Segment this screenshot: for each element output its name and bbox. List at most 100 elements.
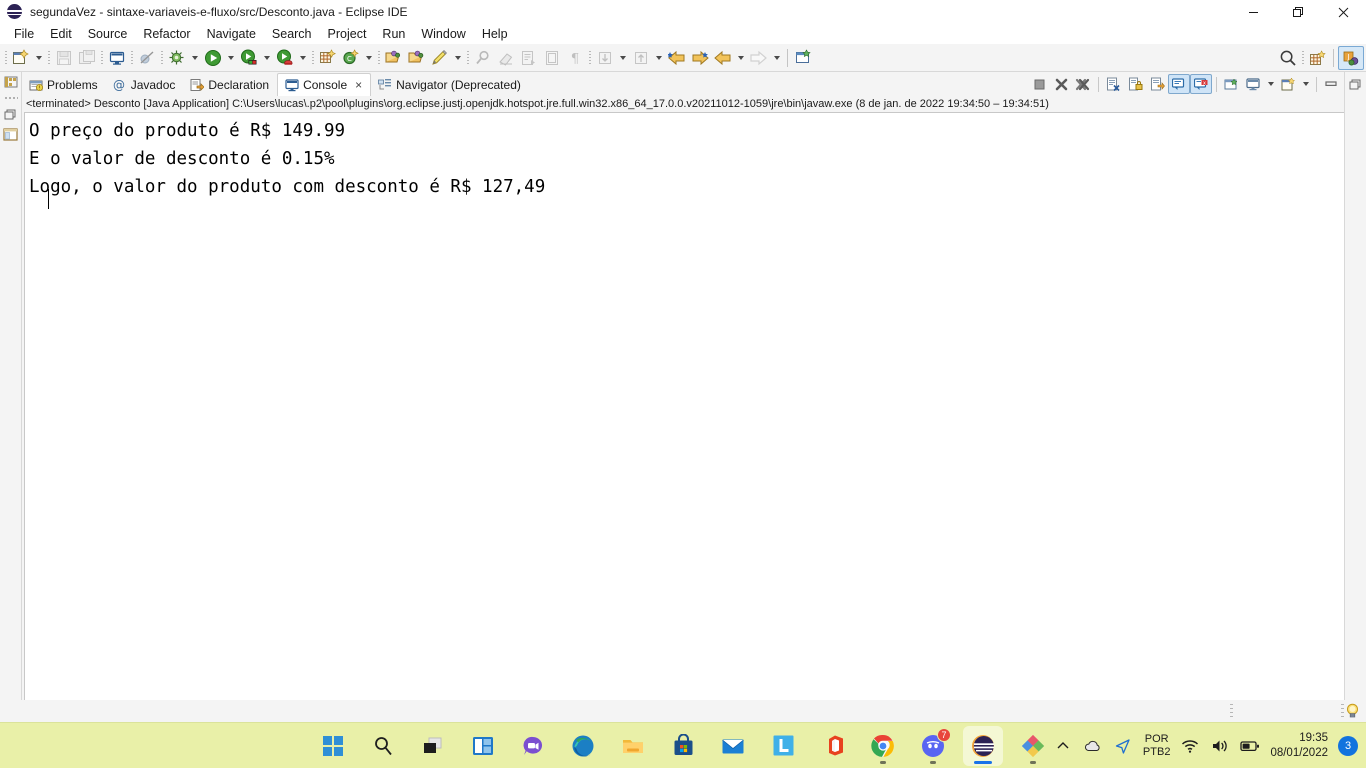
start-button-icon[interactable] <box>313 726 353 766</box>
show-console-on-output-icon[interactable] <box>1168 74 1190 94</box>
microsoft-edge-icon[interactable] <box>563 726 603 766</box>
new-java-project-icon[interactable] <box>316 46 339 70</box>
console-output-area[interactable]: O preço do produto é R$ 149.99 E o valor… <box>24 112 1364 706</box>
search-icon[interactable] <box>1276 46 1299 70</box>
menu-project[interactable]: Project <box>320 25 375 43</box>
new-java-class-icon[interactable]: C <box>339 46 362 70</box>
google-chrome-icon[interactable] <box>863 726 903 766</box>
previous-edit-icon[interactable] <box>629 46 652 70</box>
file-explorer-icon[interactable] <box>613 726 653 766</box>
previous-arrow-icon[interactable] <box>711 46 734 70</box>
new-java-class-dropdown-icon[interactable] <box>362 46 375 70</box>
location-icon[interactable] <box>1113 736 1133 756</box>
java-perspective-icon[interactable]: J <box>1338 46 1364 70</box>
app-colors-icon[interactable] <box>1013 726 1053 766</box>
restore-icon[interactable] <box>1276 0 1321 24</box>
open-console-menu-dropdown-icon[interactable] <box>1299 74 1312 94</box>
open-console-icon[interactable] <box>105 46 128 70</box>
scroll-lock-icon[interactable] <box>1124 74 1146 94</box>
previous-arrow-dropdown-icon[interactable] <box>734 46 747 70</box>
eraser-icon[interactable] <box>494 46 517 70</box>
minimize-view-icon[interactable] <box>1320 74 1342 94</box>
task-view-icon[interactable] <box>413 726 453 766</box>
restore-right-view-icon[interactable] <box>1345 74 1365 94</box>
widgets-icon[interactable] <box>463 726 503 766</box>
remove-all-terminated-icon[interactable] <box>1072 74 1094 94</box>
run-icon[interactable] <box>201 46 224 70</box>
menu-navigate[interactable]: Navigate <box>199 25 264 43</box>
forward-history-icon[interactable] <box>688 46 711 70</box>
menu-window[interactable]: Window <box>413 25 473 43</box>
save-icon[interactable] <box>52 46 75 70</box>
pencil-dropdown-icon[interactable] <box>451 46 464 70</box>
coverage-dropdown-icon[interactable] <box>296 46 309 70</box>
clear-console-icon[interactable] <box>1102 74 1124 94</box>
new-wizard-icon[interactable] <box>9 46 32 70</box>
display-selected-console-dropdown-icon[interactable] <box>1264 74 1277 94</box>
tab-javadoc[interactable]: @ Javadoc <box>106 73 184 96</box>
menu-refactor[interactable]: Refactor <box>135 25 198 43</box>
save-all-icon[interactable] <box>75 46 98 70</box>
package-explorer-view-icon[interactable] <box>1 124 21 144</box>
next-annotation-icon[interactable] <box>517 46 540 70</box>
search-taskbar-icon[interactable] <box>363 726 403 766</box>
notification-center-badge[interactable]: 3 <box>1338 736 1358 756</box>
restore-view-icon[interactable] <box>1 72 21 92</box>
menu-file[interactable]: File <box>6 25 42 43</box>
terminate-icon[interactable] <box>1028 74 1050 94</box>
open-type-icon[interactable] <box>382 46 405 70</box>
tab-problems[interactable]: ! Problems <box>22 73 106 96</box>
coverage-icon[interactable] <box>273 46 296 70</box>
close-icon[interactable]: × <box>355 78 362 92</box>
menu-run[interactable]: Run <box>374 25 413 43</box>
microsoft-office-icon[interactable] <box>813 726 853 766</box>
pencil-icon[interactable] <box>428 46 451 70</box>
next-arrow-dropdown-icon[interactable] <box>770 46 783 70</box>
next-arrow-icon[interactable] <box>747 46 770 70</box>
status-drag-handle[interactable] <box>1230 704 1233 718</box>
battery-icon[interactable] <box>1240 736 1260 756</box>
menu-help[interactable]: Help <box>474 25 516 43</box>
clock[interactable]: 19:35 08/01/2022 <box>1270 731 1328 761</box>
minimize-restore-icon[interactable] <box>1 104 21 124</box>
microsoft-store-icon[interactable] <box>663 726 703 766</box>
run-dropdown-icon[interactable] <box>224 46 237 70</box>
mail-icon[interactable] <box>713 726 753 766</box>
language-indicator[interactable]: POR PTB2 <box>1143 733 1171 759</box>
minimize-icon[interactable] <box>1231 0 1276 24</box>
show-whitespace-icon[interactable]: ¶ <box>563 46 586 70</box>
menu-source[interactable]: Source <box>80 25 136 43</box>
last-edit-dropdown-icon[interactable] <box>616 46 629 70</box>
discord-icon[interactable]: 7 <box>913 726 953 766</box>
lightshot-icon[interactable] <box>763 726 803 766</box>
open-perspective-icon[interactable] <box>1306 46 1329 70</box>
show-hidden-icons-icon[interactable] <box>1053 736 1073 756</box>
word-wrap-icon[interactable] <box>1146 74 1168 94</box>
wifi-icon[interactable] <box>1180 736 1200 756</box>
run-external-tool-dropdown-icon[interactable] <box>260 46 273 70</box>
run-external-tool-icon[interactable] <box>237 46 260 70</box>
back-history-icon[interactable] <box>665 46 688 70</box>
debug-icon[interactable] <box>165 46 188 70</box>
onedrive-icon[interactable] <box>1083 736 1103 756</box>
close-icon[interactable] <box>1321 0 1366 24</box>
new-window-icon[interactable] <box>792 46 815 70</box>
new-wizard-dropdown-icon[interactable] <box>32 46 45 70</box>
eclipse-ide-icon[interactable] <box>963 725 1003 766</box>
remove-launch-icon[interactable] <box>1050 74 1072 94</box>
tab-console[interactable]: Console × <box>277 73 372 96</box>
open-console-menu-icon[interactable] <box>1277 74 1299 94</box>
tab-navigator[interactable]: Navigator (Deprecated) <box>371 73 529 96</box>
rail-drag-handle[interactable] <box>3 95 18 101</box>
debug-dropdown-icon[interactable] <box>188 46 201 70</box>
show-console-on-error-icon[interactable]: x <box>1190 74 1212 94</box>
menu-edit[interactable]: Edit <box>42 25 80 43</box>
block-selection-icon[interactable] <box>540 46 563 70</box>
previous-edit-dropdown-icon[interactable] <box>652 46 665 70</box>
lightbulb-icon[interactable] <box>1344 703 1360 719</box>
display-selected-console-icon[interactable] <box>1242 74 1264 94</box>
skip-all-breakpoints-icon[interactable] <box>135 46 158 70</box>
search-marker-icon[interactable] <box>471 46 494 70</box>
pin-console-icon[interactable] <box>1220 74 1242 94</box>
chat-teams-icon[interactable] <box>513 726 553 766</box>
